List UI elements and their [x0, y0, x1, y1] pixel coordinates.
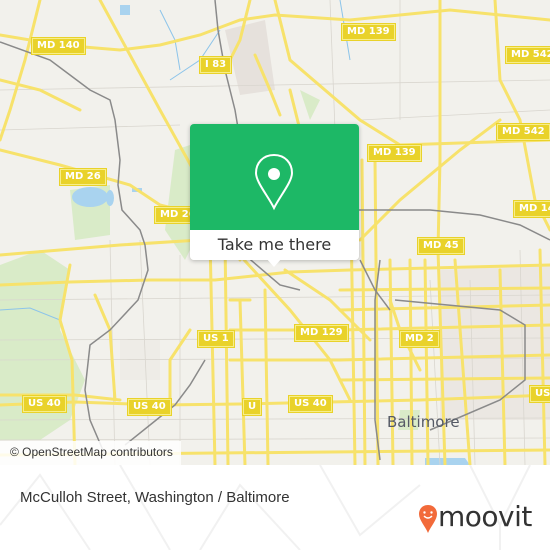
route-shield-md542: MD 542	[496, 123, 550, 141]
route-shield-i83: I 83	[198, 56, 233, 74]
route-shield-md139: MD 139	[367, 144, 422, 162]
moovit-pin-icon	[419, 505, 437, 533]
route-shield-us: US	[528, 385, 550, 403]
map-pin-icon	[254, 153, 294, 211]
route-shield-md542: MD 542	[505, 46, 550, 64]
city-label-baltimore: Baltimore	[387, 413, 460, 431]
route-shield-md2: MD 2	[399, 330, 440, 348]
route-shield-md45: MD 45	[417, 237, 465, 255]
take-me-there-popup[interactable]: Take me there	[190, 124, 359, 267]
popup-header	[190, 124, 359, 230]
route-shield-us40-partial: U	[241, 398, 263, 416]
moovit-wordmark: moovit	[438, 500, 532, 533]
location-title: McCulloh Street, Washington / Baltimore	[20, 489, 290, 506]
take-me-there-button[interactable]: Take me there	[190, 230, 359, 260]
route-shield-md139: MD 139	[341, 23, 396, 41]
popup-pointer	[266, 258, 282, 267]
map-view[interactable]: MD 140 MD 139 I 83 MD 542 MD 542 MD 139 …	[0, 0, 550, 465]
route-shield-us40: US 40	[127, 398, 172, 416]
route-shield-us40: US 40	[288, 395, 333, 413]
route-shield-us40: US 40	[22, 395, 67, 413]
route-shield-md129: MD 129	[294, 324, 349, 342]
route-shield-md140: MD 140	[31, 37, 86, 55]
route-shield-md140: MD 140	[513, 200, 550, 218]
map-attribution[interactable]: © OpenStreetMap contributors	[0, 441, 181, 465]
route-shield-us1: US 1	[197, 330, 235, 348]
route-shield-md26: MD 26	[59, 168, 107, 186]
